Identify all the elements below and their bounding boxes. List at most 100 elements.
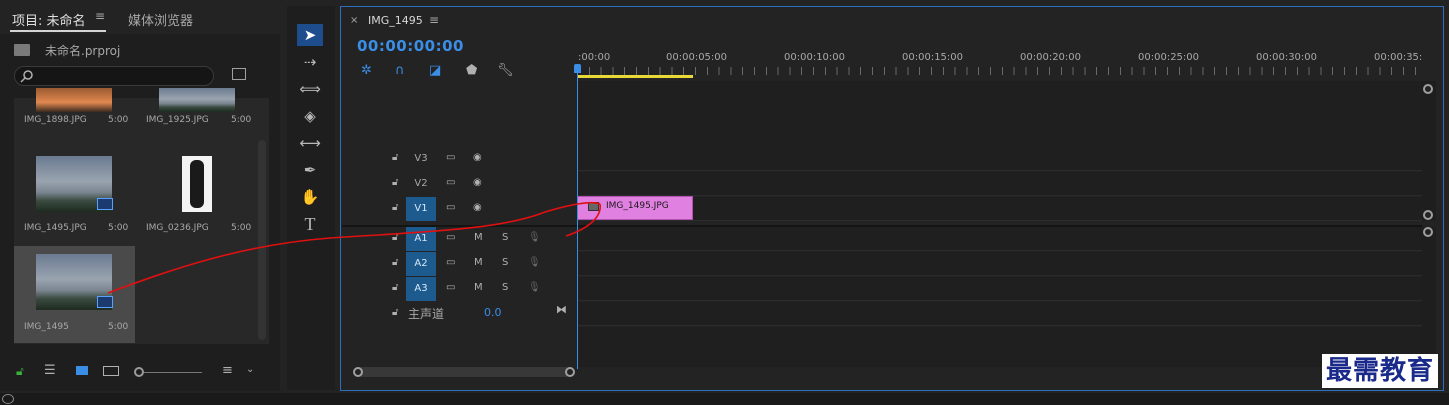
item-name: IMG_1925.JPG [146, 115, 209, 125]
insert-nest-icon[interactable]: ✲ [361, 63, 372, 78]
solo-button[interactable]: S [502, 232, 508, 243]
list-item[interactable]: IMG_1495.JPG 5:00 [14, 150, 135, 247]
solo-button[interactable]: S [502, 282, 508, 293]
lock-icon[interactable]: 🔓︎ [392, 177, 398, 188]
eye-icon[interactable]: ◉ [473, 177, 482, 188]
list-item[interactable]: IMG_1495 5:00 [14, 246, 135, 343]
track-select-tool-icon[interactable]: ⇢ [297, 51, 323, 73]
track-a3-body[interactable] [577, 277, 1422, 301]
project-panel-menu-icon[interactable]: ≡ [95, 9, 105, 23]
track-v3-header: 🔓︎ V3 ▭ ◉ [342, 147, 576, 171]
zoom-handle-right[interactable] [565, 367, 575, 377]
ripple-edit-tool-icon[interactable]: ⟺ [297, 78, 323, 100]
freeform-view-icon[interactable] [103, 366, 119, 376]
microphone-icon[interactable]: 🎙︎ [528, 257, 541, 268]
mute-button[interactable]: M [474, 257, 483, 268]
list-view-icon[interactable]: ☰ [44, 363, 56, 378]
time-ruler[interactable] [577, 67, 1422, 75]
track-a2-header: 🔓︎ A2 ▭ M S 🎙︎ [342, 252, 576, 276]
close-icon[interactable]: × [350, 15, 358, 26]
mute-button[interactable]: M [474, 232, 483, 243]
work-area-bar[interactable] [577, 75, 693, 78]
track-v2-body[interactable] [577, 172, 1422, 196]
sequence-tab-title[interactable]: IMG_1495 [368, 14, 423, 27]
microphone-icon[interactable]: 🎙︎ [528, 282, 541, 293]
icon-view-icon[interactable] [76, 366, 88, 375]
track-name[interactable]: A2 [406, 252, 436, 276]
lock-icon[interactable]: 🔓︎ [392, 257, 398, 268]
sync-lock-icon[interactable]: ▭ [446, 202, 455, 213]
video-vertical-scrollbar[interactable] [1422, 81, 1436, 221]
microphone-icon[interactable]: 🎙︎ [528, 232, 541, 243]
video-scroll-handle-top[interactable] [1423, 84, 1433, 94]
track-name[interactable]: A3 [406, 277, 436, 301]
hand-tool-icon[interactable]: ✋ [297, 186, 323, 208]
clip-name: IMG_1495.JPG [606, 201, 669, 211]
new-search-bin-icon[interactable] [232, 68, 246, 80]
sync-lock-icon[interactable]: ▭ [446, 257, 455, 268]
wrench-icon[interactable]: 🔧︎ [497, 63, 514, 78]
audio-scroll-handle-top[interactable] [1423, 227, 1433, 237]
linked-selection-icon[interactable]: ◪ [429, 63, 441, 78]
tab-media-browser[interactable]: 媒体浏览器 [128, 10, 193, 29]
snap-magnet-icon[interactable]: ∩ [395, 63, 405, 78]
audio-vertical-scrollbar[interactable] [1422, 227, 1436, 367]
lock-icon[interactable]: 🔓︎ [392, 232, 398, 243]
add-marker-icon[interactable]: ⬟ [466, 63, 477, 78]
track-name[interactable]: A1 [406, 227, 436, 251]
selection-tool-icon[interactable]: ➤ [297, 24, 323, 46]
track-a2-body[interactable] [577, 252, 1422, 276]
sync-lock-icon[interactable]: ▭ [446, 232, 455, 243]
ruler-label: 00:00:10:00 [784, 52, 846, 63]
track-name[interactable]: V1 [406, 197, 436, 221]
sync-lock-icon[interactable]: ▭ [446, 177, 455, 188]
chevron-down-icon[interactable]: ⌄ [246, 364, 254, 375]
type-tool-icon[interactable]: T [297, 213, 323, 235]
item-duration: 5:00 [231, 115, 252, 125]
playhead-line[interactable] [577, 69, 578, 369]
lock-icon[interactable]: 🔓︎ [392, 202, 398, 213]
playhead-timecode[interactable]: 00:00:00:00 [357, 37, 464, 55]
lock-icon[interactable]: 🔓︎ [16, 364, 24, 379]
eye-icon[interactable]: ◉ [473, 202, 482, 213]
master-volume-value[interactable]: 0.0 [484, 306, 502, 319]
track-v1-body[interactable] [577, 197, 1422, 221]
clip-img-1495[interactable]: IMG_1495.JPG [577, 196, 693, 220]
zoom-handle-left[interactable] [353, 367, 363, 377]
video-scroll-handle-bottom[interactable] [1423, 210, 1433, 220]
tab-project[interactable]: 项目: 未命名 [12, 10, 86, 29]
sync-lock-icon[interactable]: ▭ [446, 282, 455, 293]
master-track-body[interactable] [577, 302, 1422, 326]
list-item[interactable]: IMG_0236.JPG 5:00 [137, 150, 258, 247]
sort-icon[interactable]: ≡ [222, 363, 233, 378]
item-name: IMG_1495 [24, 322, 69, 332]
sequence-menu-icon[interactable]: ≡ [429, 13, 439, 27]
bin-scrollbar[interactable] [258, 140, 266, 340]
pen-tool-icon[interactable]: ✒ [297, 159, 323, 181]
solo-button[interactable]: S [502, 257, 508, 268]
filmstrip-badge-icon [97, 198, 113, 210]
slip-tool-icon[interactable]: ⟷ [297, 132, 323, 154]
playhead-handle[interactable] [574, 64, 581, 73]
eye-icon[interactable]: ◉ [473, 152, 482, 163]
lock-icon[interactable]: 🔓︎ [392, 282, 398, 293]
ruler-label: 00:00:05:00 [666, 52, 728, 63]
timeline-horizontal-scrollbar[interactable] [355, 367, 571, 377]
zoom-slider-handle[interactable] [134, 367, 144, 377]
mute-button[interactable]: M [474, 282, 483, 293]
lock-icon[interactable]: 🔓︎ [392, 152, 398, 163]
track-v3-body[interactable] [577, 147, 1422, 171]
ruler-label: 00:00:35: [1374, 52, 1423, 63]
track-name[interactable]: V3 [406, 147, 436, 171]
timeline-empty-area [577, 81, 1422, 147]
track-a1-body[interactable] [577, 227, 1422, 251]
go-to-end-icon[interactable]: ⧓ [556, 303, 567, 316]
thumbnail [182, 156, 212, 212]
track-a1-header: 🔓︎ A1 ▭ M S 🎙︎ [342, 227, 576, 251]
track-name[interactable]: V2 [406, 172, 436, 196]
lock-icon[interactable]: 🔓︎ [392, 307, 398, 318]
razor-tool-icon[interactable]: ◈ [297, 105, 323, 127]
search-input[interactable] [14, 66, 214, 86]
zoom-slider-track[interactable] [140, 372, 202, 373]
sync-lock-icon[interactable]: ▭ [446, 152, 455, 163]
